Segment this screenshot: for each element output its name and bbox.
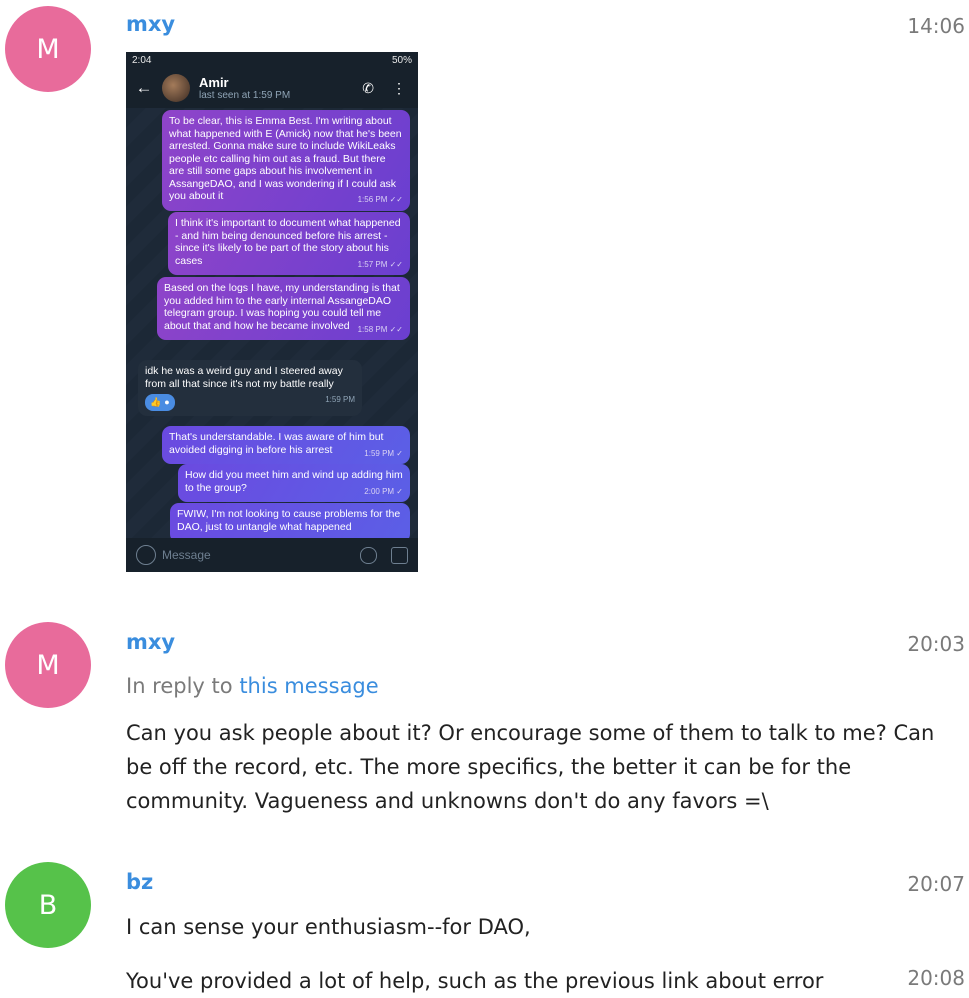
phone-status-bar: 2:04 50% — [126, 52, 418, 68]
message-1: M mxy 14:06 2:04 50% ← Amir last seen at… — [0, 0, 969, 590]
message-time: 14:06 — [907, 14, 965, 38]
camera-icon — [391, 546, 408, 564]
message-time: 20:08 — [907, 966, 965, 990]
chat-header: ← Amir last seen at 1:59 PM ✆ ⋮ — [126, 68, 418, 108]
phone-call-icon: ✆ — [362, 79, 374, 96]
message-text: Can you ask people about it? Or encourag… — [126, 721, 935, 813]
avatar[interactable]: M — [5, 6, 91, 92]
back-arrow-icon: ← — [135, 78, 153, 97]
message-input-bar: Message — [126, 538, 418, 572]
author-name[interactable]: mxy — [126, 12, 175, 36]
message-2: M mxy 20:03 In reply to this message Can… — [0, 618, 969, 818]
chat-bubble-outgoing: Based on the logs I have, my understandi… — [157, 277, 410, 340]
message-4: You've provided a lot of help, such as t… — [0, 964, 969, 998]
chat-bubble-incoming: idk he was a weird guy and I steered awa… — [138, 360, 362, 416]
message-3: B bz 20:07 I can sense your enthusiasm--… — [0, 860, 969, 960]
reply-prefix: In reply to — [126, 674, 233, 698]
chat-bubble-outgoing: To be clear, this is Emma Best. I'm writ… — [162, 110, 410, 211]
chat-bubble-outgoing: That's understandable. I was aware of hi… — [162, 426, 410, 464]
reactions: 👍 ● — [145, 394, 175, 411]
avatar[interactable]: B — [5, 862, 91, 948]
contact-last-seen: last seen at 1:59 PM — [199, 90, 291, 101]
reaction-avatar-icon: ● — [164, 397, 170, 407]
chat-body: To be clear, this is Emma Best. I'm writ… — [126, 108, 418, 543]
message-time: 20:07 — [907, 872, 965, 896]
more-vertical-icon: ⋮ — [392, 79, 406, 96]
reply-reference: In reply to this message — [126, 674, 379, 698]
contact-avatar — [162, 74, 190, 102]
avatar[interactable]: M — [5, 622, 91, 708]
thumbs-up-icon: 👍 — [150, 397, 162, 407]
battery-indicator: 50% — [391, 54, 412, 66]
chat-bubble-outgoing: FWIW, I'm not looking to cause problems … — [170, 503, 410, 543]
message-time: 20:03 — [907, 632, 965, 656]
emoji-icon — [136, 545, 156, 565]
message-text: You've provided a lot of help, such as t… — [126, 969, 824, 993]
attached-screenshot-image[interactable]: 2:04 50% ← Amir last seen at 1:59 PM ✆ ⋮… — [126, 52, 418, 572]
message-text: I can sense your enthusiasm--for DAO, — [126, 915, 531, 939]
attach-icon — [360, 546, 377, 564]
reply-link[interactable]: this message — [239, 674, 378, 698]
chat-bubble-outgoing: I think it's important to document what … — [168, 212, 410, 275]
contact-name: Amir — [199, 75, 229, 90]
chat-bubble-outgoing: How did you meet him and wind up adding … — [178, 464, 410, 502]
author-name[interactable]: mxy — [126, 630, 175, 654]
status-time: 2:04 — [132, 54, 152, 66]
author-name[interactable]: bz — [126, 870, 153, 894]
message-input-placeholder: Message — [162, 548, 211, 562]
